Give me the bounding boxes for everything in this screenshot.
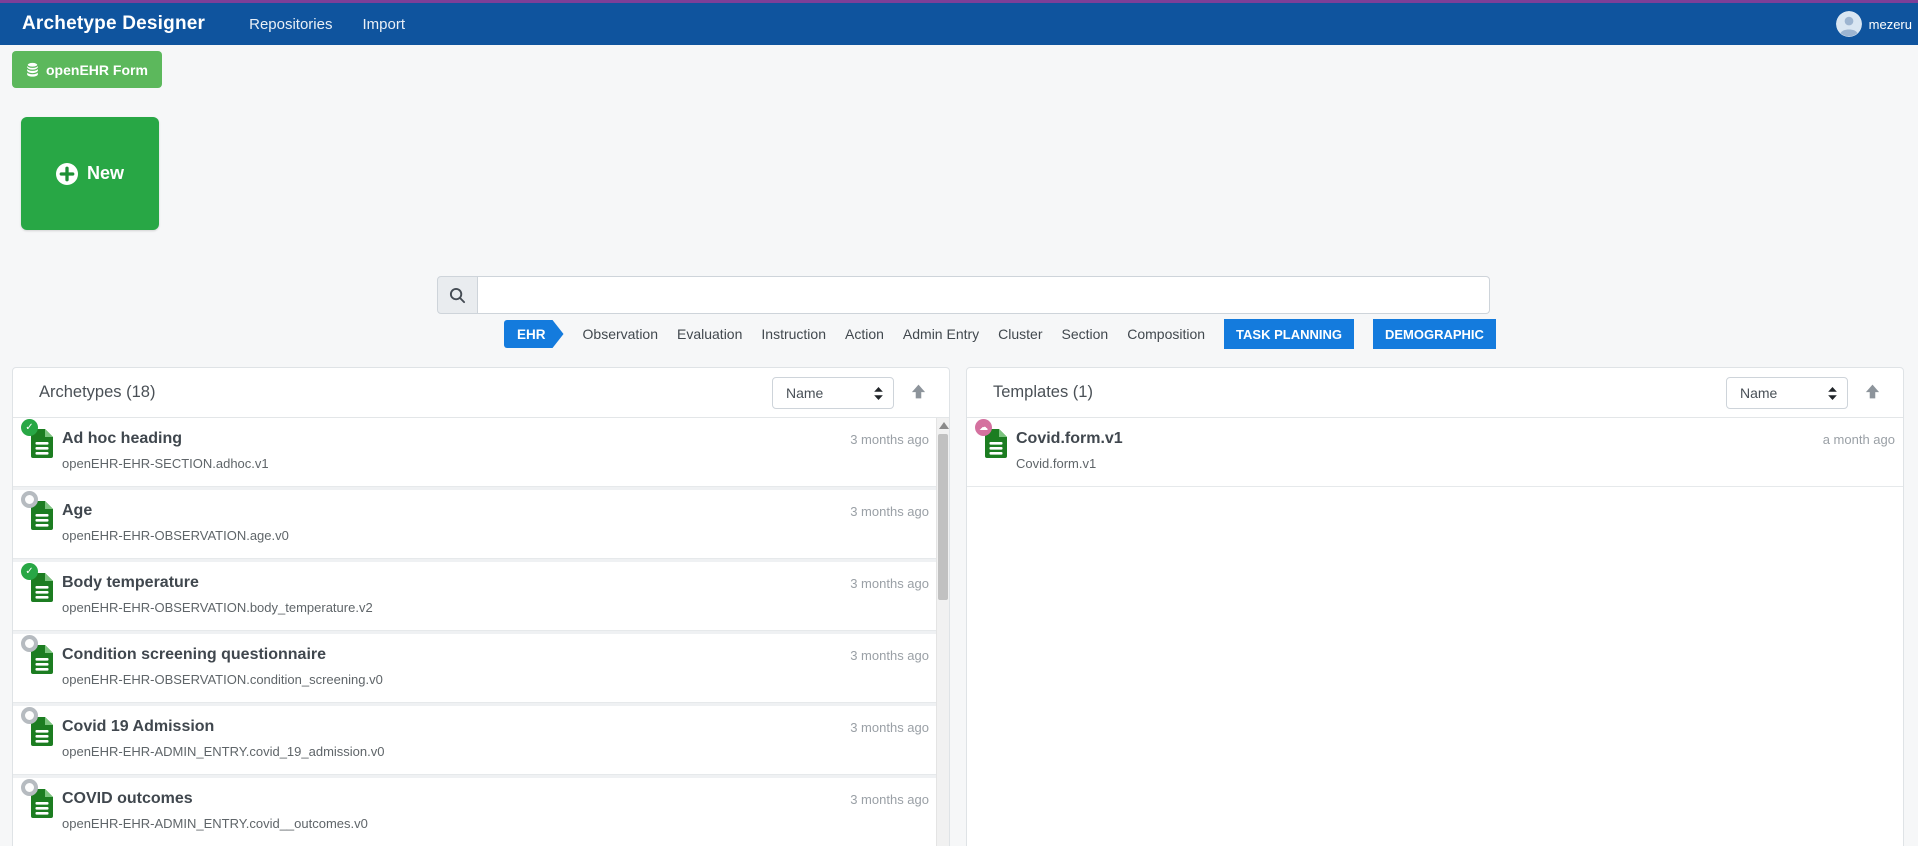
user-menu[interactable]: mezeru xyxy=(1835,3,1912,45)
ring-status-badge-icon xyxy=(21,491,38,508)
search-icon xyxy=(449,287,466,303)
filter-chip-admin-entry[interactable]: Admin Entry xyxy=(903,326,979,342)
item-id: openEHR-EHR-OBSERVATION.age.v0 xyxy=(62,528,289,543)
archetype-list-item[interactable]: ✓ Ad hoc heading openEHR-EHR-SECTION.adh… xyxy=(13,418,949,487)
check-status-badge-icon: ✓ xyxy=(21,419,38,436)
archetypes-list: ✓ Ad hoc heading openEHR-EHR-SECTION.adh… xyxy=(13,418,949,846)
archetypes-panel-title: Archetypes (18) xyxy=(39,383,156,401)
filter-chip-ehr-active[interactable]: EHR xyxy=(504,320,564,348)
search-input[interactable] xyxy=(478,276,1490,314)
item-title: Body temperature xyxy=(62,574,199,591)
document-icon-wrap: ✓ xyxy=(21,419,55,460)
select-stepper-icon xyxy=(874,386,883,400)
template-list-item[interactable]: ☁ Covid.form.v1 Covid.form.v1 a month ag… xyxy=(967,418,1903,487)
document-icon-wrap xyxy=(21,635,55,676)
filter-bar: EHR Observation Evaluation Instruction Acti… xyxy=(504,319,1496,349)
item-timestamp: 3 months ago xyxy=(850,720,929,735)
new-button-label: New xyxy=(86,163,124,183)
item-timestamp: a month ago xyxy=(1822,432,1895,447)
archetype-list-item[interactable]: COVID outcomes openEHR-EHR-ADMIN_ENTRY.c… xyxy=(13,778,949,846)
templates-panel-title: Templates (1) xyxy=(993,383,1093,401)
tab-openehr-form-label: openEHR Form xyxy=(46,61,148,78)
archetype-list-item[interactable]: Age openEHR-EHR-OBSERVATION.age.v0 3 mon… xyxy=(13,490,949,559)
tab-openehr-form[interactable]: openEHR Form xyxy=(12,51,162,88)
item-id: openEHR-EHR-OBSERVATION.body_temperature… xyxy=(62,600,373,615)
item-id: openEHR-EHR-SECTION.adhoc.v1 xyxy=(62,456,269,471)
app-title[interactable]: Archetype Designer xyxy=(22,13,205,35)
item-id: openEHR-EHR-ADMIN_ENTRY.covid_19_admissi… xyxy=(62,744,385,759)
templates-panel-header: Templates (1) Name xyxy=(967,368,1903,418)
database-icon xyxy=(26,62,39,77)
item-timestamp: 3 months ago xyxy=(850,504,929,519)
arrow-up-icon xyxy=(911,384,925,399)
filter-chip-task-planning[interactable]: TASK PLANNING xyxy=(1224,319,1354,349)
item-title: Ad hoc heading xyxy=(62,430,182,447)
archetypes-panel-header: Archetypes (18) Name xyxy=(13,368,949,418)
item-id: openEHR-EHR-OBSERVATION.condition_screen… xyxy=(62,672,383,687)
item-timestamp: 3 months ago xyxy=(850,792,929,807)
item-title: COVID outcomes xyxy=(62,790,193,807)
select-stepper-icon xyxy=(1828,386,1837,400)
filter-chip-instruction[interactable]: Instruction xyxy=(761,326,826,342)
ring-status-badge-icon xyxy=(21,707,38,724)
nav-item-repositories[interactable]: Repositories xyxy=(249,16,332,33)
nav-item-import[interactable]: Import xyxy=(362,16,405,33)
nav-links: Repositories Import xyxy=(249,16,405,33)
item-title: Covid 19 Admission xyxy=(62,718,215,735)
templates-sort-value: Name xyxy=(1740,385,1778,401)
arrow-up-icon xyxy=(1865,384,1879,399)
navbar: Archetype Designer Repositories Import m… xyxy=(0,3,1918,45)
cloud-status-badge-icon: ☁ xyxy=(975,419,992,436)
archetype-list-item[interactable]: ✓ Body temperature openEHR-EHR-OBSERVATI… xyxy=(13,562,949,631)
item-timestamp: 3 months ago xyxy=(850,576,929,591)
archetype-list-item[interactable]: Condition screening questionnaire openEH… xyxy=(13,634,949,703)
item-title: Covid.form.v1 xyxy=(1016,430,1123,447)
search-bar xyxy=(437,276,1490,314)
item-timestamp: 3 months ago xyxy=(850,648,929,663)
document-icon-wrap xyxy=(21,779,55,820)
templates-panel: Templates (1) Name ☁ Covid.form.v1 Covid… xyxy=(966,367,1904,846)
ring-status-badge-icon xyxy=(21,635,38,652)
user-avatar-icon xyxy=(1835,11,1862,37)
document-icon-wrap: ☁ xyxy=(975,419,1009,460)
search-addon xyxy=(437,276,478,314)
archetype-list-item[interactable]: Covid 19 Admission openEHR-EHR-ADMIN_ENT… xyxy=(13,706,949,775)
ring-status-badge-icon xyxy=(21,779,38,796)
item-title: Age xyxy=(62,502,93,519)
item-id: openEHR-EHR-ADMIN_ENTRY.covid__outcomes.… xyxy=(62,816,368,831)
filter-chip-evaluation[interactable]: Evaluation xyxy=(677,326,742,342)
templates-list: ☁ Covid.form.v1 Covid.form.v1 a month ag… xyxy=(967,418,1903,487)
archetypes-sort-value: Name xyxy=(786,385,824,401)
archetypes-sort-direction-button[interactable] xyxy=(909,383,927,401)
filter-chip-cluster[interactable]: Cluster xyxy=(998,326,1042,342)
document-icon-wrap xyxy=(21,491,55,532)
templates-sort-select[interactable]: Name xyxy=(1726,377,1848,409)
item-title: Condition screening questionnaire xyxy=(62,646,327,663)
archetypes-panel: Archetypes (18) Name ✓ Ad hoc heading op… xyxy=(12,367,950,846)
filter-chip-section[interactable]: Section xyxy=(1062,326,1109,342)
document-icon-wrap: ✓ xyxy=(21,563,55,604)
user-name: mezeru xyxy=(1868,16,1912,32)
archetypes-sort-select[interactable]: Name xyxy=(772,377,894,409)
scrollbar-thumb[interactable] xyxy=(938,434,948,600)
item-id: Covid.form.v1 xyxy=(1016,456,1097,471)
item-timestamp: 3 months ago xyxy=(850,432,929,447)
document-icon-wrap xyxy=(21,707,55,748)
new-button[interactable]: New xyxy=(21,117,159,230)
plus-circle-icon xyxy=(55,162,78,185)
scrollbar-up-arrow-icon[interactable] xyxy=(939,422,949,429)
filter-chip-action[interactable]: Action xyxy=(845,326,884,342)
check-status-badge-icon: ✓ xyxy=(21,563,38,580)
templates-sort-direction-button[interactable] xyxy=(1863,383,1881,401)
filter-chip-observation[interactable]: Observation xyxy=(583,326,658,342)
filter-chip-composition[interactable]: Composition xyxy=(1127,326,1205,342)
filter-chip-demographic[interactable]: DEMOGRAPHIC xyxy=(1372,319,1496,349)
archetypes-list-scrollbar[interactable] xyxy=(936,418,949,846)
